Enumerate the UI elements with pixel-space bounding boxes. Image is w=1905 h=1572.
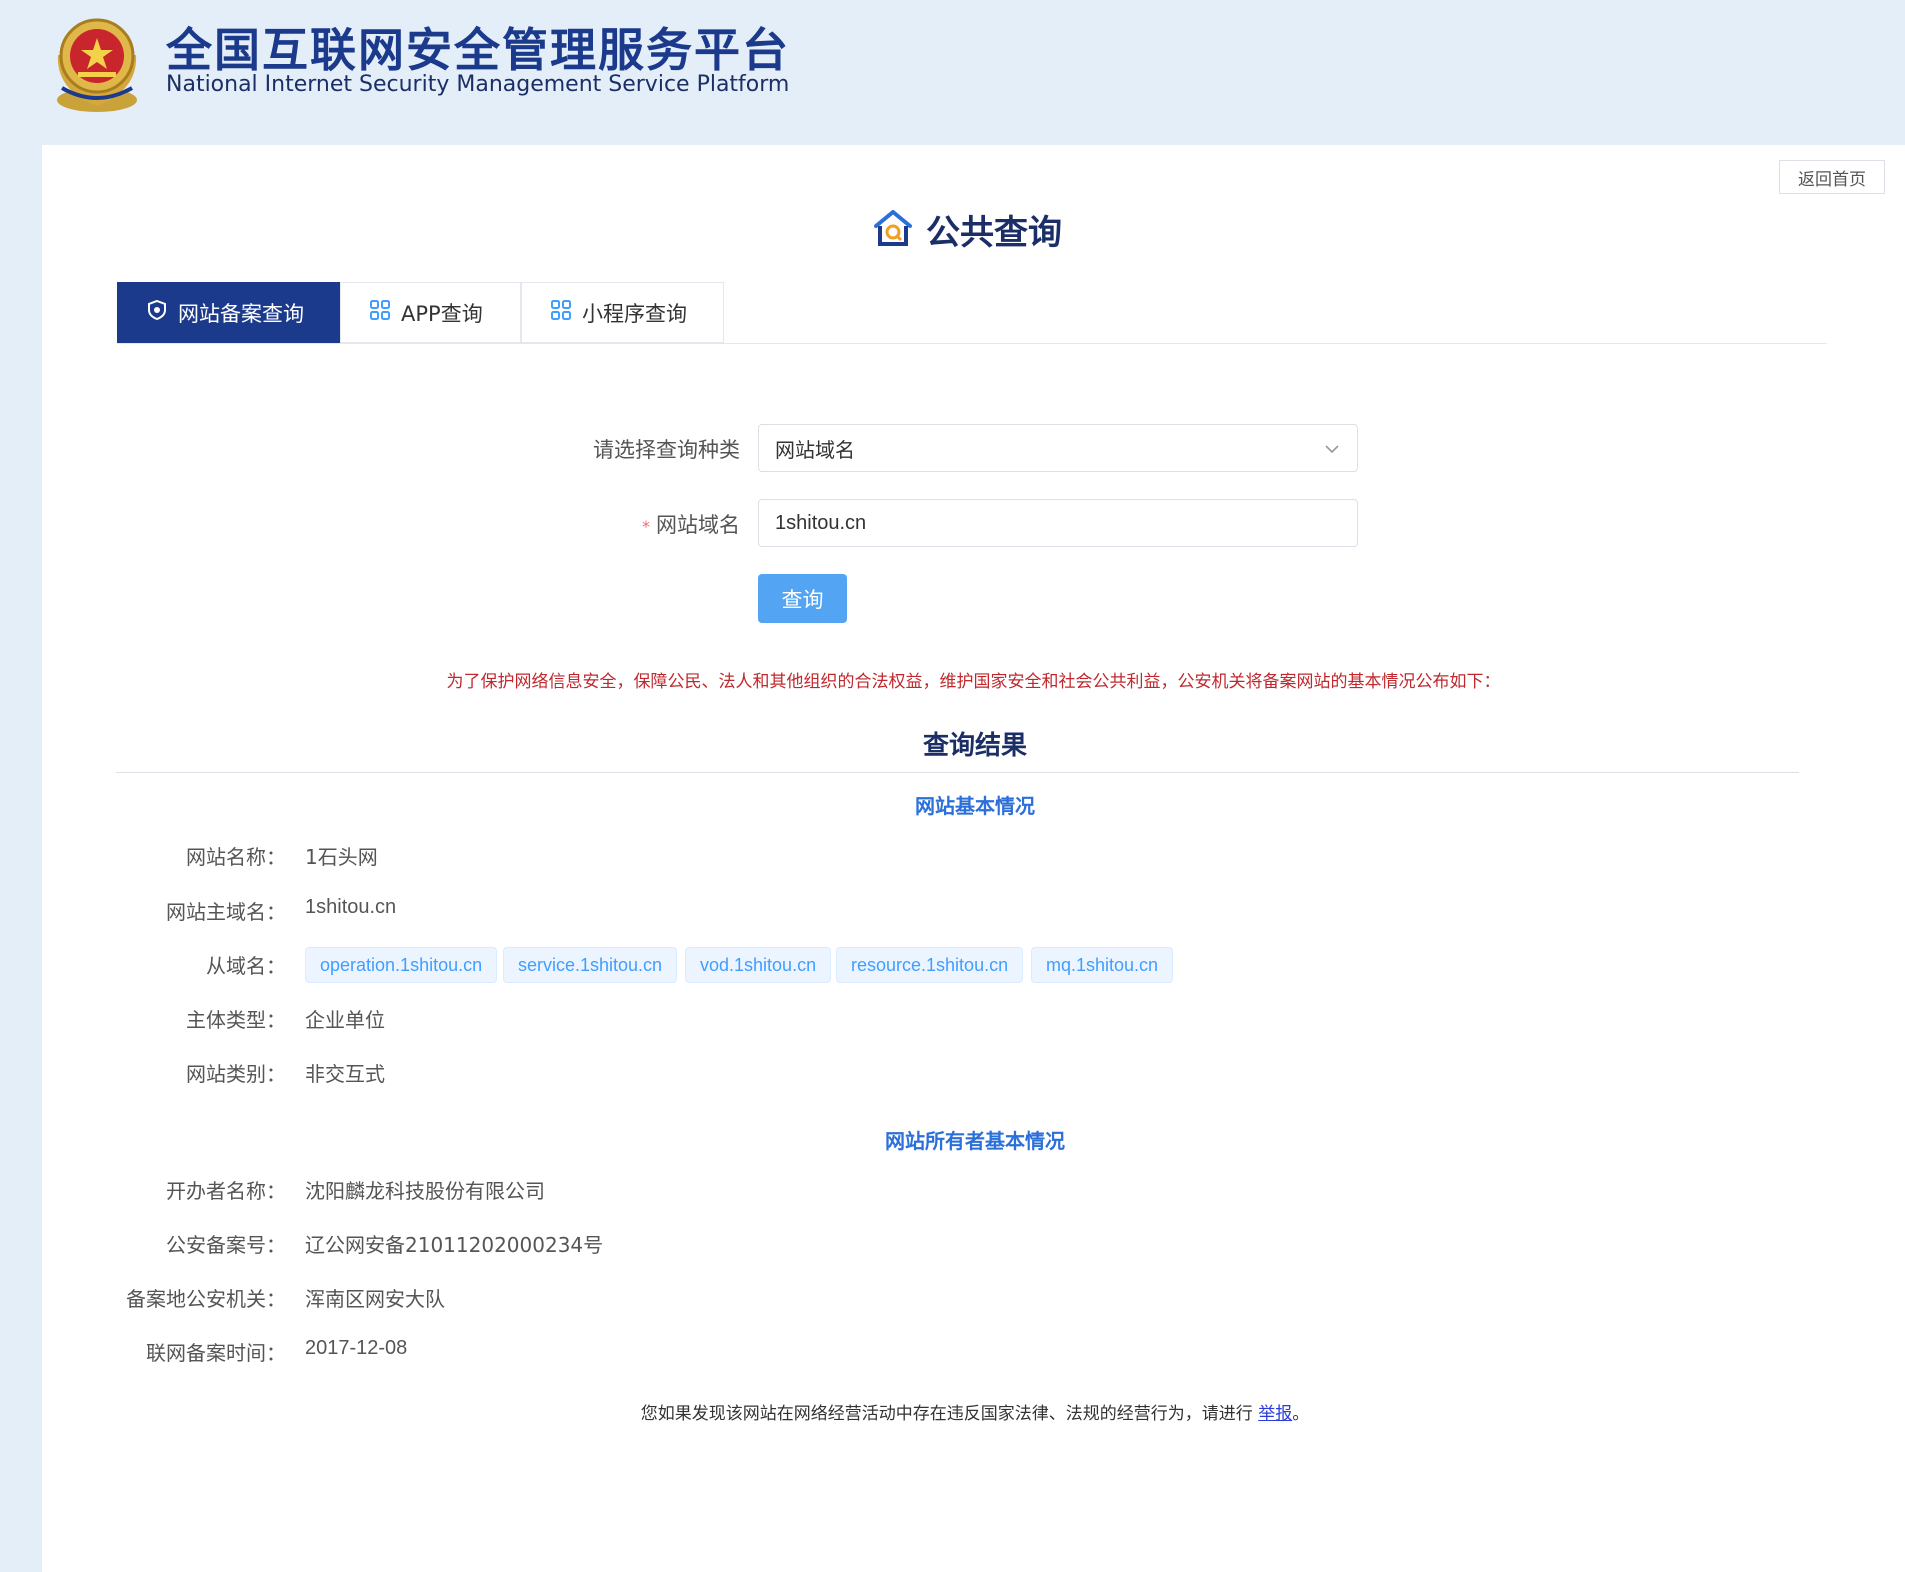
domain-label-text: 网站域名 (656, 513, 740, 537)
entity-type-value: 企业单位 (305, 1008, 385, 1032)
tab-website-record[interactable]: 网站备案查询 (117, 282, 340, 343)
sub-domain-tag: mq.1shitou.cn (1031, 947, 1174, 983)
police-emblem-logo (48, 10, 146, 114)
main-domain-value: 1shitou.cn (305, 896, 397, 918)
query-type-select[interactable]: 网站域名 (758, 424, 1358, 472)
site-category-value: 非交互式 (305, 1062, 385, 1086)
site-title: 全国互联网安全管理服务平台 (166, 23, 790, 77)
record-time-label: 联网备案时间： (146, 1341, 286, 1365)
grid-icon (369, 299, 391, 326)
basic-section-title: 网站基本情况 (915, 794, 1035, 818)
authority-label: 备案地公安机关： (126, 1287, 286, 1311)
report-link[interactable]: 举报 (1258, 1404, 1292, 1424)
report-notice: 您如果发现该网站在网络经营活动中存在违反国家法律、法规的经营行为，请进行 举报。 (42, 1399, 1905, 1424)
tab-mini-program[interactable]: 小程序查询 (521, 282, 724, 343)
main-domain-label: 网站主域名： (166, 900, 286, 924)
domain-label: * 网站域名 (540, 509, 740, 539)
shield-icon (146, 299, 168, 326)
organizer-label: 开办者名称： (166, 1179, 286, 1203)
query-tabs: 网站备案查询 APP查询 小程序查询 (117, 282, 1827, 344)
site-category-label: 网站类别： (186, 1062, 286, 1086)
sub-domain-tag: operation.1shitou.cn (305, 947, 498, 983)
authority-value: 浑南区网安大队 (305, 1287, 445, 1311)
page-title-text: 公共查询 (926, 213, 1062, 253)
report-suffix: 。 (1292, 1404, 1310, 1424)
organizer-value: 沈阳麟龙科技股份有限公司 (305, 1179, 545, 1203)
report-text: 您如果发现该网站在网络经营活动中存在违反国家法律、法规的经营行为，请进行 (640, 1404, 1259, 1424)
tab-app[interactable]: APP查询 (340, 282, 521, 343)
record-no-label: 公安备案号： (166, 1233, 286, 1257)
record-time-value: 2017-12-08 (305, 1337, 408, 1359)
query-button[interactable]: 查询 (758, 574, 847, 623)
entity-type-label: 主体类型： (186, 1008, 286, 1032)
home-button[interactable]: 返回首页 (1779, 160, 1885, 194)
owner-section-title: 网站所有者基本情况 (885, 1129, 1065, 1153)
query-type-label: 请选择查询种类 (593, 438, 740, 462)
sub-domains-label: 从域名： (206, 954, 286, 978)
tab-label: 网站备案查询 (178, 301, 304, 326)
sub-domain-tag: vod.1shitou.cn (685, 947, 832, 983)
chevron-down-icon (1323, 439, 1341, 463)
main-panel: 返回首页 公共查询 网站备案查询 APP查询 小程序查询 请选择查询种类 网站域… (42, 145, 1905, 1572)
header: 全国互联网安全管理服务平台 National Internet Security… (0, 0, 1905, 145)
tab-label: APP查询 (401, 301, 483, 326)
notice-text: 为了保护网络信息安全，保障公民、法人和其他组织的合法权益，维护国家安全和社会公共… (446, 672, 1501, 692)
grid-icon (550, 299, 572, 326)
required-mark: * (642, 517, 650, 536)
site-name-label: 网站名称： (186, 845, 286, 869)
sub-domain-tag: resource.1shitou.cn (836, 947, 1024, 983)
site-name-value: 1石头网 (305, 845, 378, 869)
page-title: 公共查询 (872, 205, 1062, 254)
result-title: 查询结果 (922, 731, 1027, 761)
tab-label: 小程序查询 (582, 301, 687, 326)
site-subtitle: National Internet Security Management Se… (166, 72, 790, 97)
divider (116, 772, 1799, 773)
house-search-icon (872, 208, 914, 252)
record-no-value: 辽公网安备21011202000234号 (305, 1233, 604, 1257)
query-type-value: 网站域名 (775, 437, 855, 462)
sub-domain-tag: service.1shitou.cn (503, 947, 678, 983)
domain-input[interactable]: 1shitou.cn (758, 499, 1358, 547)
